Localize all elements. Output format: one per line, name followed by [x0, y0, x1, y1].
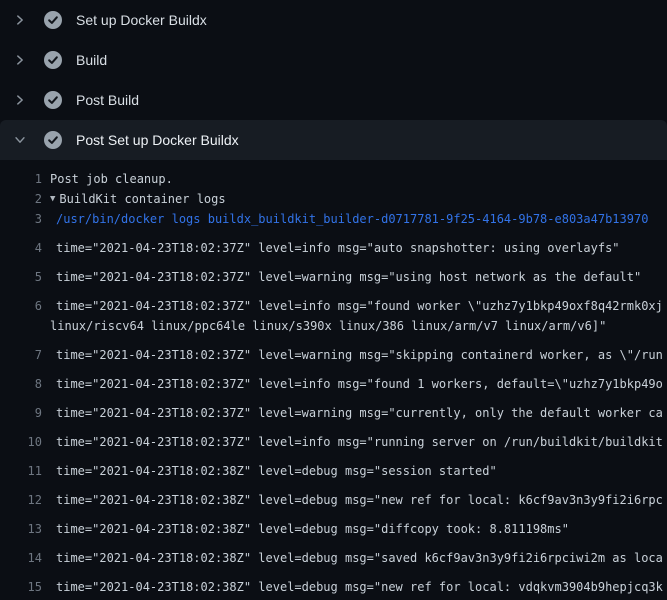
- log-line-number[interactable]: 3: [0, 209, 42, 229]
- log-line: 13time="2021-04-23T18:02:38Z" level=debu…: [0, 510, 667, 539]
- step-title: Build: [76, 52, 107, 68]
- log-line-number[interactable]: 7: [0, 345, 42, 365]
- log-line-number[interactable]: 2: [0, 189, 42, 209]
- log-text: time="2021-04-23T18:02:38Z" level=debug …: [42, 490, 663, 510]
- log-line: 11time="2021-04-23T18:02:38Z" level=debu…: [0, 452, 667, 481]
- check-success-icon: [44, 11, 62, 29]
- step-header-post-build[interactable]: Post Build: [0, 80, 667, 120]
- step-title: Set up Docker Buildx: [76, 12, 207, 28]
- log-line-number[interactable]: 14: [0, 548, 42, 568]
- log-text: linux/riscv64 linux/ppc64le linux/s390x …: [42, 316, 606, 336]
- log-line: 3/usr/bin/docker logs buildx_buildkit_bu…: [0, 209, 667, 229]
- log-text: time="2021-04-23T18:02:37Z" level=warnin…: [42, 267, 641, 287]
- log-line: 5time="2021-04-23T18:02:37Z" level=warni…: [0, 258, 667, 287]
- step-header-build[interactable]: Build: [0, 40, 667, 80]
- log-text: time="2021-04-23T18:02:38Z" level=debug …: [42, 577, 663, 597]
- log-line: 14time="2021-04-23T18:02:38Z" level=debu…: [0, 539, 667, 568]
- log-text: time="2021-04-23T18:02:37Z" level=warnin…: [42, 403, 663, 423]
- log-text: time="2021-04-23T18:02:38Z" level=debug …: [42, 548, 663, 568]
- log-line-number[interactable]: 11: [0, 461, 42, 481]
- check-success-icon: [44, 91, 62, 109]
- log-line-number[interactable]: 9: [0, 403, 42, 423]
- log-line-number[interactable]: 8: [0, 374, 42, 394]
- log-text: time="2021-04-23T18:02:37Z" level=info m…: [42, 374, 663, 394]
- log-line: linux/riscv64 linux/ppc64le linux/s390x …: [0, 316, 667, 336]
- log-text: time="2021-04-23T18:02:38Z" level=debug …: [42, 461, 497, 481]
- log-line: 12time="2021-04-23T18:02:38Z" level=debu…: [0, 481, 667, 510]
- group-expanded-marker-icon[interactable]: ▼: [42, 189, 55, 209]
- log-command-text: /usr/bin/docker logs buildx_buildkit_bui…: [42, 209, 648, 229]
- log-text: BuildKit container logs: [55, 189, 225, 209]
- log-line: 1Post job cleanup.: [0, 169, 667, 189]
- step-title: Post Build: [76, 92, 139, 108]
- log-text: time="2021-04-23T18:02:38Z" level=debug …: [42, 519, 569, 539]
- chevron-right-icon[interactable]: [12, 92, 28, 108]
- check-success-icon: [44, 131, 62, 149]
- log-text: time="2021-04-23T18:02:37Z" level=info m…: [42, 238, 620, 258]
- chevron-down-icon[interactable]: [12, 132, 28, 148]
- log-line: 2▼BuildKit container logs: [0, 189, 667, 209]
- log-text: time="2021-04-23T18:02:37Z" level=info m…: [42, 432, 663, 452]
- log-line-number[interactable]: 5: [0, 267, 42, 287]
- log-line-number[interactable]: 12: [0, 490, 42, 510]
- step-title: Post Set up Docker Buildx: [76, 132, 239, 148]
- log-text: time="2021-04-23T18:02:37Z" level=info m…: [42, 296, 663, 316]
- log-line-number[interactable]: 1: [0, 169, 42, 189]
- log-line-number[interactable]: 10: [0, 432, 42, 452]
- chevron-right-icon[interactable]: [12, 52, 28, 68]
- log-area: 1Post job cleanup.2▼BuildKit container l…: [0, 160, 667, 600]
- log-line: 10time="2021-04-23T18:02:37Z" level=info…: [0, 423, 667, 452]
- step-header-set-up-docker-buildx[interactable]: Set up Docker Buildx: [0, 0, 667, 40]
- check-success-icon: [44, 51, 62, 69]
- log-text: time="2021-04-23T18:02:37Z" level=warnin…: [42, 345, 663, 365]
- log-line: 7time="2021-04-23T18:02:37Z" level=warni…: [0, 336, 667, 365]
- log-line-number[interactable]: 13: [0, 519, 42, 539]
- log-line: 4time="2021-04-23T18:02:37Z" level=info …: [0, 229, 667, 258]
- chevron-right-icon[interactable]: [12, 12, 28, 28]
- log-line: 6time="2021-04-23T18:02:37Z" level=info …: [0, 287, 667, 316]
- step-header-post-set-up-docker-buildx[interactable]: Post Set up Docker Buildx: [0, 120, 667, 160]
- log-text: Post job cleanup.: [42, 169, 173, 189]
- log-line-number[interactable]: 4: [0, 238, 42, 258]
- log-line: 15time="2021-04-23T18:02:38Z" level=debu…: [0, 568, 667, 597]
- log-line-number: [0, 316, 42, 336]
- steps-list: Set up Docker Buildx Build Post Build Po…: [0, 0, 667, 160]
- log-line-number[interactable]: 15: [0, 577, 42, 597]
- log-line: 8time="2021-04-23T18:02:37Z" level=info …: [0, 365, 667, 394]
- log-line: 9time="2021-04-23T18:02:37Z" level=warni…: [0, 394, 667, 423]
- log-line-number[interactable]: 6: [0, 296, 42, 316]
